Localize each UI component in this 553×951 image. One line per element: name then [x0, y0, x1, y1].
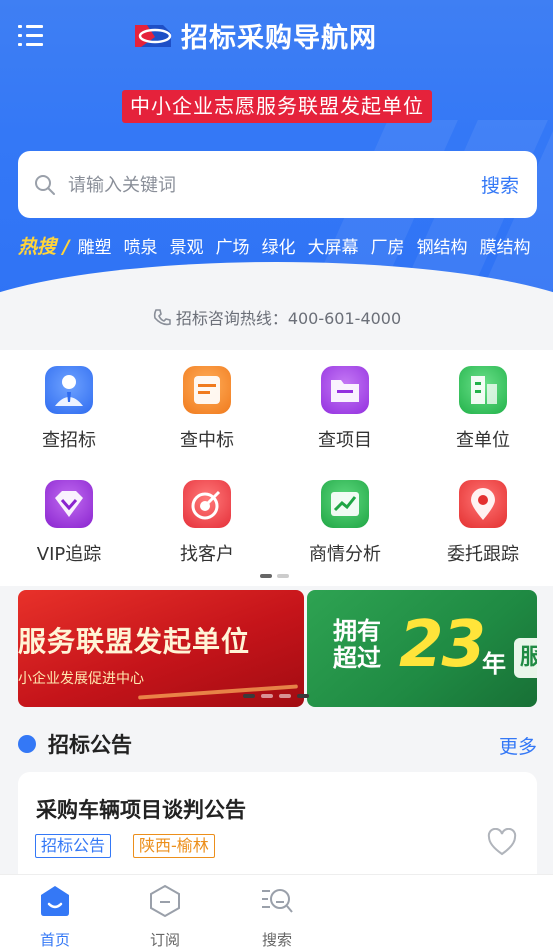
notice-card-title[interactable]: 采购车辆项目谈判公告 [36, 794, 246, 824]
banner-red-subline: 小企业发展促进中心 [18, 671, 144, 687]
search-icon [35, 175, 55, 195]
grid-label: 查单位 [456, 430, 510, 451]
feature-grid: 查招标 查中标 查项目 查单位 VIP追踪 找客户 商情分析 委托跟踪 [0, 350, 553, 586]
phone-icon [153, 309, 171, 326]
hot-search-item[interactable]: 绿化 [262, 233, 296, 258]
search-input[interactable] [68, 171, 448, 199]
search-list-icon [262, 889, 293, 913]
person-tie-icon [45, 366, 93, 414]
grid-item-award-search[interactable]: 查中标 [138, 366, 276, 452]
nav-label: 搜索 [261, 931, 292, 949]
grid-item-unit-search[interactable]: 查单位 [414, 366, 552, 452]
notice-section-header: 招标公告 更多 [0, 715, 553, 771]
search-bar: 搜索 [18, 151, 537, 218]
building-icon [459, 366, 507, 414]
diamond-icon [45, 480, 93, 528]
search-button[interactable]: 搜索 [481, 171, 519, 198]
hot-search-item[interactable]: 雕塑 [78, 233, 112, 258]
grid-item-vip-tracking[interactable]: VIP追踪 [0, 480, 138, 566]
grid-item-entrust-tracking[interactable]: 委托跟踪 [414, 480, 552, 566]
section-title: 招标公告 [48, 733, 132, 757]
nav-label: 首页 [39, 931, 70, 949]
banner-red-headline: 服务联盟发起单位 [18, 625, 251, 658]
target-icon [183, 480, 231, 528]
grid-item-project-search[interactable]: 查项目 [276, 366, 414, 452]
hot-search-item[interactable]: 厂房 [371, 233, 405, 258]
banner-alliance[interactable]: 服务联盟发起单位 小企业发展促进中心 [18, 590, 304, 707]
more-link[interactable]: 更多 [499, 732, 537, 759]
pager-dot[interactable] [277, 574, 289, 578]
grid-label: 找客户 [180, 544, 234, 565]
nav-home[interactable]: 首页 [15, 883, 95, 950]
nav-subscribe[interactable]: 订阅 [125, 883, 205, 950]
banner-pager[interactable] [243, 694, 309, 698]
hotline[interactable]: 招标咨询热线：400-601-4000 [0, 305, 553, 329]
grid-pager[interactable] [260, 574, 289, 578]
grid-label: 查中标 [180, 430, 234, 451]
location-pin-icon [459, 480, 507, 528]
nav-label: 订阅 [149, 931, 180, 949]
top-bar: 招标采购导航网 [0, 0, 553, 70]
app-title: 招标采购导航网 [181, 22, 377, 54]
hot-search-item[interactable]: 钢结构 [417, 233, 468, 258]
logo-mark-icon [135, 25, 172, 47]
grid-label: 查项目 [318, 430, 372, 451]
hot-search-item[interactable]: 大屏幕 [308, 233, 359, 258]
subscribe-icon [150, 884, 180, 918]
grid-item-tender-search[interactable]: 查招标 [0, 366, 138, 452]
nav-search[interactable]: 搜索 [237, 883, 317, 950]
hotline-text: 招标咨询热线：400-601-4000 [175, 309, 402, 328]
banner-dot[interactable] [297, 694, 309, 698]
banner-green-prefix: 拥有 超过 [333, 617, 381, 672]
menu-icon[interactable] [18, 24, 44, 48]
hot-search-row: 热搜 / 雕塑 喷泉 景观 广场 绿化 大屏幕 厂房 钢结构 膜结构 [18, 232, 553, 258]
pager-dot-active[interactable] [260, 574, 272, 578]
alliance-ribbon: 中小企业志愿服务联盟发起单位 [122, 90, 432, 123]
region-tag: 陕西-榆林 [133, 834, 215, 858]
hot-search-item[interactable]: 膜结构 [480, 233, 531, 258]
home-icon [41, 886, 69, 916]
heart-icon[interactable] [486, 828, 518, 856]
grid-item-find-client[interactable]: 找客户 [138, 480, 276, 566]
category-tag: 招标公告 [35, 834, 112, 858]
banner-green-tail: 服 [514, 638, 537, 678]
hot-search-item[interactable]: 景观 [170, 233, 204, 258]
hot-search-item[interactable]: 喷泉 [124, 233, 158, 258]
grid-label: 商情分析 [309, 544, 381, 565]
trend-chart-icon [321, 480, 369, 528]
grid-label: 委托跟踪 [447, 544, 519, 565]
banner-dot[interactable] [279, 694, 291, 698]
app-logo[interactable]: 招标采购导航网 [133, 17, 377, 54]
banner-experience[interactable]: 拥有 超过 23 年 服 [307, 590, 537, 707]
folder-doc-icon [321, 366, 369, 414]
banner-green-unit: 年 [482, 650, 506, 678]
banner-dot[interactable] [261, 694, 273, 698]
banner-dot-active[interactable] [243, 694, 255, 698]
badge-card-icon [183, 366, 231, 414]
bottom-nav: 首页 订阅 搜索 [0, 874, 553, 951]
banner-green-number: 23 [399, 608, 486, 682]
section-dot-icon [18, 735, 36, 753]
grid-label: 查招标 [42, 430, 96, 451]
hot-search-label: 热搜 / [18, 235, 70, 258]
hot-search-item[interactable]: 广场 [216, 233, 250, 258]
grid-label: VIP追踪 [36, 544, 102, 565]
grid-item-market-analysis[interactable]: 商情分析 [276, 480, 414, 566]
